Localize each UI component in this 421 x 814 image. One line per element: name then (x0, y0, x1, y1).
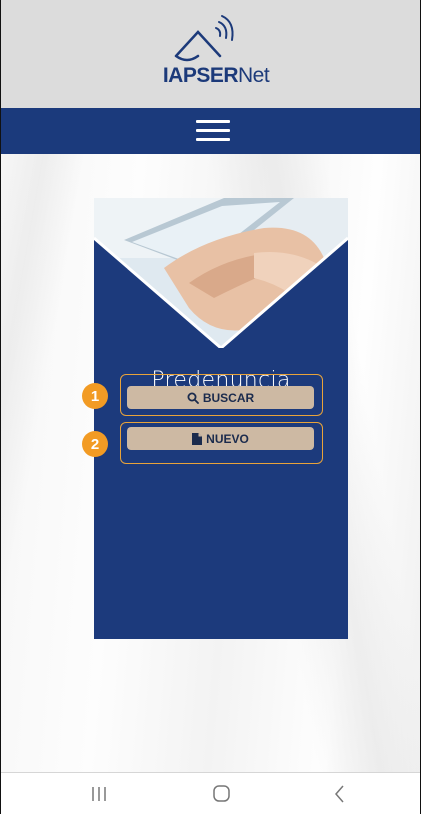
brand-name: IAPSERNet (161, 64, 271, 88)
phone-screen: IAPSERNet Predenuncia BUSCAR 1 NUEVO 2 (0, 0, 421, 814)
document-icon (192, 432, 203, 445)
brand-name-regular: Net (238, 64, 270, 87)
app-header: IAPSERNet (1, 0, 420, 108)
app-logo: IAPSERNet (161, 14, 271, 94)
system-navigation-bar (1, 772, 420, 814)
navbar (1, 108, 420, 154)
brand-name-bold: IAPSER (162, 64, 239, 87)
nuevo-button[interactable]: NUEVO (127, 427, 314, 450)
main-content: Predenuncia BUSCAR 1 NUEVO 2 (1, 154, 420, 772)
home-icon[interactable] (212, 783, 232, 805)
predenuncia-card: Predenuncia (94, 198, 348, 639)
cloud-wifi-icon (174, 15, 234, 62)
nuevo-label: NUEVO (206, 431, 249, 446)
recent-apps-icon[interactable] (91, 783, 107, 805)
hands-phone-photo (94, 198, 348, 348)
menu-icon[interactable] (196, 120, 230, 142)
step-badge-2: 2 (82, 431, 108, 457)
search-icon (187, 392, 199, 404)
buscar-button[interactable]: BUSCAR (127, 386, 314, 409)
back-icon[interactable] (333, 783, 347, 805)
step-badge-1: 1 (82, 383, 108, 409)
buscar-label: BUSCAR (202, 390, 255, 405)
